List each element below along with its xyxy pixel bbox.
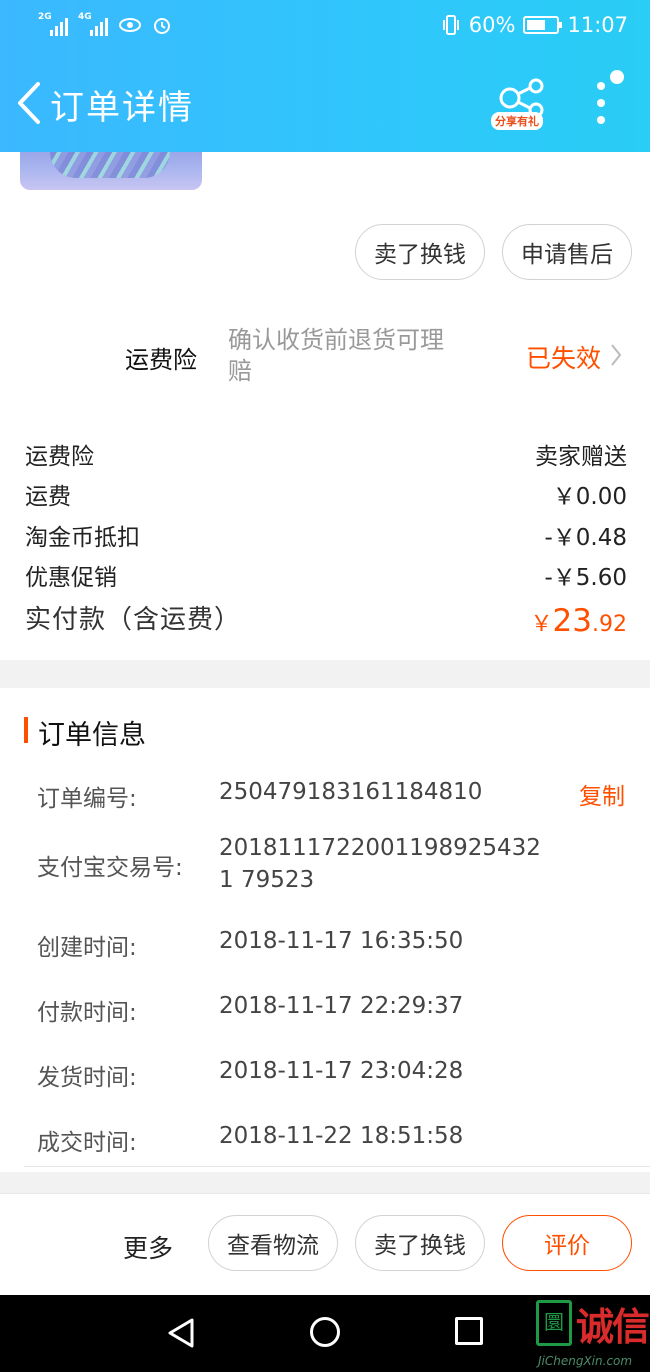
paid-time-value: 2018-11-17 22:29:37 xyxy=(219,993,464,1019)
status-bar: 2G 4G 60% 11:07 xyxy=(0,0,650,55)
alipay-trade-label: 支付宝交易号: xyxy=(37,855,183,881)
eye-icon xyxy=(119,18,141,32)
clock: 11:07 xyxy=(567,13,628,37)
copy-button[interactable]: 复制 xyxy=(579,777,625,811)
order-summary-card: 卖了换钱 申请售后 运费险 确认收货前退货可理赔 已失效 运费险 卖家赠送 运费… xyxy=(0,152,650,660)
more-button[interactable]: 更多 xyxy=(123,1229,173,1265)
after-sale-button[interactable]: 申请售后 xyxy=(502,224,632,280)
signal-4g-icon: 4G xyxy=(78,12,108,36)
total-paid-amount: ￥23.92 xyxy=(530,603,627,639)
battery-icon xyxy=(523,16,563,34)
paid-time-label: 付款时间: xyxy=(37,1000,137,1026)
review-button[interactable]: 评价 xyxy=(502,1215,632,1271)
page-title: 订单详情 xyxy=(50,88,194,128)
nav-recents-icon[interactable] xyxy=(455,1317,483,1345)
watermark-url: JiChengXin.com xyxy=(538,1354,633,1368)
shipped-time-value: 2018-11-17 23:04:28 xyxy=(219,1058,464,1084)
order-info-card: 订单信息 订单编号: 250479183161184810 复制 支付宝交易号:… xyxy=(0,688,650,1172)
chevron-right-icon[interactable] xyxy=(609,342,623,368)
order-info-title: 订单信息 xyxy=(38,720,146,751)
completed-time-value: 2018-11-22 18:51:58 xyxy=(219,1123,464,1149)
alipay-trade-value: 20181117220011989254321 79523 xyxy=(219,835,541,893)
nav-back-icon[interactable] xyxy=(166,1317,196,1349)
watermark-text: 诚信 xyxy=(576,1305,650,1349)
shipping-insurance-label: 运费险 xyxy=(125,346,197,374)
sell-for-cash-button[interactable]: 卖了换钱 xyxy=(355,224,485,280)
back-arrow-icon[interactable] xyxy=(10,78,50,128)
notification-dot xyxy=(610,70,624,84)
signal-2g-icon: 2G xyxy=(38,12,68,36)
bottom-action-bar: 更多 查看物流 卖了换钱 评价 xyxy=(0,1193,650,1295)
shipping-insurance-desc: 确认收货前退货可理赔 xyxy=(228,326,444,385)
order-number-value: 250479183161184810 xyxy=(219,779,483,805)
watermark-mark: 圜 xyxy=(536,1300,572,1346)
alarm-icon xyxy=(154,18,170,34)
section-accent-bar xyxy=(24,717,28,743)
created-time-value: 2018-11-17 16:35:50 xyxy=(219,928,464,954)
nav-home-icon[interactable] xyxy=(310,1317,340,1347)
watermark-logo: 圜 诚信 JiChengXin.com xyxy=(532,1296,650,1372)
total-paid-label: 实付款（含运费） xyxy=(25,605,242,635)
shipped-time-label: 发货时间: xyxy=(37,1065,137,1091)
completed-time-label: 成交时间: xyxy=(37,1130,137,1156)
title-bar: 订单详情 分享有礼 xyxy=(0,60,650,150)
header: 2G 4G 60% 11:07 订单详情 分享有礼 xyxy=(0,0,650,152)
shipping-insurance-status[interactable]: 已失效 xyxy=(526,339,601,375)
order-number-label: 订单编号: xyxy=(37,786,137,812)
battery-percent: 60% xyxy=(468,13,516,37)
more-menu-icon[interactable] xyxy=(597,82,607,126)
sell-for-cash-button-bottom[interactable]: 卖了换钱 xyxy=(355,1215,485,1271)
share-gift-label[interactable]: 分享有礼 xyxy=(491,112,543,130)
product-thumbnail[interactable] xyxy=(20,152,202,190)
divider xyxy=(24,1166,650,1167)
vibrate-icon xyxy=(442,15,459,35)
created-time-label: 创建时间: xyxy=(37,935,137,961)
view-logistics-button[interactable]: 查看物流 xyxy=(208,1215,338,1271)
